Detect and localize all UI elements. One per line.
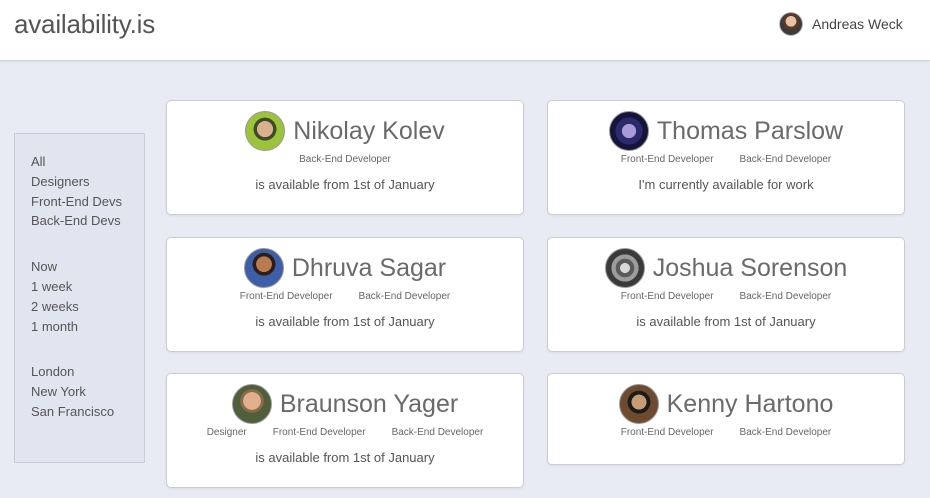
availability-status: is available from 1st of January [255,177,435,192]
time-filter-group: Now 1 week 2 weeks 1 month [31,257,144,336]
filter-location-london[interactable]: London [31,362,144,382]
filter-time-1-week[interactable]: 1 week [31,277,144,297]
role-tag: Front-End Developer [620,427,714,438]
avatar-kenny-icon [618,384,659,424]
role-tag: Back-End Developer [739,154,832,165]
role-list: Front-End Developer Back-End Developer [548,291,904,302]
card-header: Nikolay Kolev [167,109,523,153]
person-card[interactable]: Joshua Sorenson Front-End Developer Back… [547,237,905,352]
person-name[interactable]: Dhruva Sagar [292,254,446,283]
card-header: Joshua Sorenson [548,246,904,290]
role-list: Front-End Developer Back-End Developer [548,154,904,165]
person-name[interactable]: Joshua Sorenson [653,254,848,283]
role-tag: Back-End Developer [299,154,391,165]
user-menu[interactable]: Andreas Weck [779,11,903,37]
user-avatar-icon[interactable] [779,12,803,36]
filter-time-1-month[interactable]: 1 month [31,317,144,337]
availability-status: I'm currently available for work [638,177,814,192]
top-bar: availability.is Andreas Weck [0,0,930,61]
person-name[interactable]: Nikolay Kolev [293,117,444,146]
filter-sidebar: All Designers Front-End Devs Back-End De… [14,133,145,463]
card-header: Kenny Hartono [548,382,904,426]
person-card[interactable]: Kenny Hartono Front-End Developer Back-E… [547,373,905,465]
role-list: Front-End Developer Back-End Developer [167,291,523,302]
availability-status: is available from 1st of January [255,314,435,329]
avatar-thomas-icon [608,111,649,151]
role-tag: Designer [206,427,247,438]
avatar-nikolay-icon [245,111,286,151]
location-filter-group: London New York San Francisco [31,362,144,421]
person-name[interactable]: Kenny Hartono [667,390,834,419]
role-tag: Front-End Developer [620,154,714,165]
brand-logo-link[interactable]: availability.is [14,9,155,40]
filter-role-designers[interactable]: Designers [31,172,144,192]
avatar-dhruva-icon [243,248,284,288]
filter-time-2-weeks[interactable]: 2 weeks [31,297,144,317]
person-card[interactable]: Nikolay Kolev Back-End Developer is avai… [166,100,524,215]
role-tag: Front-End Developer [620,291,714,302]
user-name[interactable]: Andreas Weck [812,16,903,32]
avatar-braunson-icon [231,384,272,424]
role-list: Back-End Developer [167,154,523,165]
person-card[interactable]: Thomas Parslow Front-End Developer Back-… [547,100,905,215]
availability-status: is available from 1st of January [255,450,435,465]
card-header: Dhruva Sagar [167,246,523,290]
filter-role-back-end[interactable]: Back-End Devs [31,211,144,231]
role-tag: Front-End Developer [239,291,333,302]
person-card[interactable]: Braunson Yager Designer Front-End Develo… [166,373,524,488]
person-name[interactable]: Braunson Yager [280,390,458,419]
filter-role-front-end[interactable]: Front-End Devs [31,192,144,212]
avatar-joshua-icon [604,248,645,288]
role-list: Front-End Developer Back-End Developer [548,427,904,438]
filter-role-all[interactable]: All [31,152,144,172]
card-header: Thomas Parslow [548,109,904,153]
role-tag: Front-End Developer [272,427,366,438]
role-filter-group: All Designers Front-End Devs Back-End De… [31,152,144,231]
filter-location-san-francisco[interactable]: San Francisco [31,402,144,422]
role-tag: Back-End Developer [358,291,451,302]
role-list: Designer Front-End Developer Back-End De… [167,427,523,438]
person-name[interactable]: Thomas Parslow [657,117,843,146]
role-tag: Back-End Developer [739,427,832,438]
filter-location-new-york[interactable]: New York [31,382,144,402]
role-tag: Back-End Developer [391,427,484,438]
filter-time-now[interactable]: Now [31,257,144,277]
role-tag: Back-End Developer [739,291,832,302]
availability-status: is available from 1st of January [636,314,816,329]
person-card[interactable]: Dhruva Sagar Front-End Developer Back-En… [166,237,524,352]
card-header: Braunson Yager [167,382,523,426]
